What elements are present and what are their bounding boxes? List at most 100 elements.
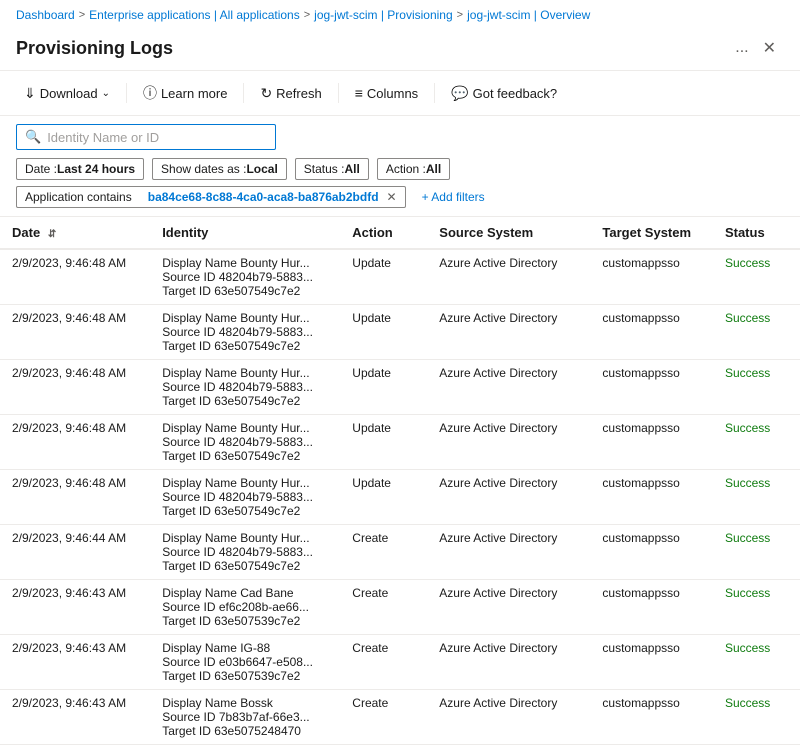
identity-source-6: Source ID ef6c208b-ae66... (162, 600, 328, 614)
identity-name-6: Display Name Cad Bane (162, 586, 328, 600)
download-icon: ⇓ (24, 85, 36, 102)
table-row[interactable]: 2/9/2023, 9:46:43 AM Display Name Cad Ba… (0, 580, 800, 635)
identity-source-2: Source ID 48204b79-5883... (162, 380, 328, 394)
search-input[interactable] (47, 130, 267, 145)
refresh-label: Refresh (276, 86, 322, 101)
identity-target-6: Target ID 63e507539c7e2 (162, 614, 328, 628)
close-button[interactable]: ✕ (755, 34, 784, 62)
identity-target-3: Target ID 63e507549c7e2 (162, 449, 328, 463)
provisioning-table: Date ⇵ Identity Action Source System Tar… (0, 217, 800, 751)
cell-target-8: customappsso (590, 690, 713, 745)
cell-target-4: customappsso (590, 470, 713, 525)
identity-name-8: Display Name Bossk (162, 696, 328, 710)
refresh-button[interactable]: ↻ Refresh (252, 81, 329, 106)
filter-action[interactable]: Action : All (377, 158, 450, 180)
identity-source-1: Source ID 48204b79-5883... (162, 325, 328, 339)
identity-source-5: Source ID 48204b79-5883... (162, 545, 328, 559)
cell-action-3: Update (340, 415, 427, 470)
cell-date-1: 2/9/2023, 9:46:48 AM (0, 305, 150, 360)
cell-source-5: Azure Active Directory (427, 525, 590, 580)
cell-identity-5: Display Name Bounty Hur... Source ID 482… (150, 525, 340, 580)
col-target-label: Target System (602, 225, 691, 240)
filter-date-key: Date : (25, 162, 57, 176)
col-status-label: Status (725, 225, 765, 240)
breadcrumb-enterprise[interactable]: Enterprise applications | All applicatio… (89, 8, 300, 22)
breadcrumb-dashboard[interactable]: Dashboard (16, 8, 75, 22)
col-date[interactable]: Date ⇵ (0, 217, 150, 249)
cell-identity-8: Display Name Bossk Source ID 7b83b7af-66… (150, 690, 340, 745)
cell-identity-0: Display Name Bounty Hur... Source ID 482… (150, 249, 340, 305)
filter-dates-value: Local (246, 162, 277, 176)
toolbar-divider-4 (434, 83, 435, 103)
sort-icon: ⇵ (48, 229, 56, 240)
breadcrumb-provisioning[interactable]: jog-jwt-scim | Provisioning (314, 8, 453, 22)
identity-name-2: Display Name Bounty Hur... (162, 366, 328, 380)
filter-status[interactable]: Status : All (295, 158, 369, 180)
cell-date-4: 2/9/2023, 9:46:48 AM (0, 470, 150, 525)
filter-action-key: Action : (386, 162, 426, 176)
panel-header: Provisioning Logs ... ✕ (0, 30, 800, 71)
cell-date-9: 2/9/2023, 9:46:43 AM (0, 745, 150, 751)
filter-chips: Date : Last 24 hours Show dates as : Loc… (16, 158, 784, 180)
table-row[interactable]: 2/9/2023, 9:46:43 AM Display Name Boba F… (0, 745, 800, 751)
cell-date-0: 2/9/2023, 9:46:48 AM (0, 249, 150, 305)
identity-target-7: Target ID 63e507539c7e2 (162, 669, 328, 683)
cell-identity-9: Display Name Boba Fett Source ID 9501f1c… (150, 745, 340, 751)
app-filter-close-icon[interactable]: ✕ (387, 190, 397, 204)
cell-date-5: 2/9/2023, 9:46:44 AM (0, 525, 150, 580)
table-row[interactable]: 2/9/2023, 9:46:48 AM Display Name Bounty… (0, 360, 800, 415)
identity-name-1: Display Name Bounty Hur... (162, 311, 328, 325)
cell-status-6: Success (713, 580, 800, 635)
cell-action-5: Create (340, 525, 427, 580)
table-row[interactable]: 2/9/2023, 9:46:48 AM Display Name Bounty… (0, 415, 800, 470)
col-status: Status (713, 217, 800, 249)
cell-source-2: Azure Active Directory (427, 360, 590, 415)
table-row[interactable]: 2/9/2023, 9:46:48 AM Display Name Bounty… (0, 249, 800, 305)
cell-status-2: Success (713, 360, 800, 415)
columns-button[interactable]: ≡ Columns (347, 81, 426, 105)
col-date-label: Date (12, 225, 40, 240)
filter-status-key: Status : (304, 162, 345, 176)
cell-source-8: Azure Active Directory (427, 690, 590, 745)
add-filter-button[interactable]: + Add filters (414, 187, 493, 207)
col-source-label: Source System (439, 225, 533, 240)
filter-date-value: Last 24 hours (57, 162, 135, 176)
identity-name-5: Display Name Bounty Hur... (162, 531, 328, 545)
breadcrumb-overview[interactable]: jog-jwt-scim | Overview (467, 8, 590, 22)
feedback-button[interactable]: 💬 Got feedback? (443, 81, 565, 106)
learn-more-button[interactable]: ⓘ Learn more (135, 79, 235, 107)
cell-identity-3: Display Name Bounty Hur... Source ID 482… (150, 415, 340, 470)
panel-menu-icon[interactable]: ... (729, 37, 754, 59)
download-button[interactable]: ⇓ Download ⌄ (16, 81, 118, 106)
cell-date-8: 2/9/2023, 9:46:43 AM (0, 690, 150, 745)
table-row[interactable]: 2/9/2023, 9:46:43 AM Display Name Bossk … (0, 690, 800, 745)
cell-action-4: Update (340, 470, 427, 525)
filter-date[interactable]: Date : Last 24 hours (16, 158, 144, 180)
identity-target-4: Target ID 63e507549c7e2 (162, 504, 328, 518)
filter-show-dates[interactable]: Show dates as : Local (152, 158, 287, 180)
cell-action-7: Create (340, 635, 427, 690)
toolbar-divider-3 (338, 83, 339, 103)
cell-status-5: Success (713, 525, 800, 580)
cell-status-0: Success (713, 249, 800, 305)
page-title: Provisioning Logs (16, 38, 721, 59)
col-action: Action (340, 217, 427, 249)
table-row[interactable]: 2/9/2023, 9:46:48 AM Display Name Bounty… (0, 305, 800, 360)
table-row[interactable]: 2/9/2023, 9:46:48 AM Display Name Bounty… (0, 470, 800, 525)
toolbar-divider-1 (126, 83, 127, 103)
search-box[interactable]: 🔍 (16, 124, 276, 150)
info-icon: ⓘ (143, 83, 157, 103)
download-chevron-icon: ⌄ (102, 88, 110, 99)
identity-source-0: Source ID 48204b79-5883... (162, 270, 328, 284)
filter-dates-key: Show dates as : (161, 162, 246, 176)
cell-action-6: Create (340, 580, 427, 635)
feedback-icon: 💬 (451, 85, 468, 102)
table-row[interactable]: 2/9/2023, 9:46:43 AM Display Name IG-88 … (0, 635, 800, 690)
toolbar: ⇓ Download ⌄ ⓘ Learn more ↻ Refresh ≡ Co… (0, 71, 800, 116)
table-row[interactable]: 2/9/2023, 9:46:44 AM Display Name Bounty… (0, 525, 800, 580)
cell-target-0: customappsso (590, 249, 713, 305)
cell-date-3: 2/9/2023, 9:46:48 AM (0, 415, 150, 470)
app-filter-chip[interactable]: Application contains ba84ce68-8c88-4ca0-… (16, 186, 406, 208)
identity-target-5: Target ID 63e507549c7e2 (162, 559, 328, 573)
cell-status-8: Success (713, 690, 800, 745)
